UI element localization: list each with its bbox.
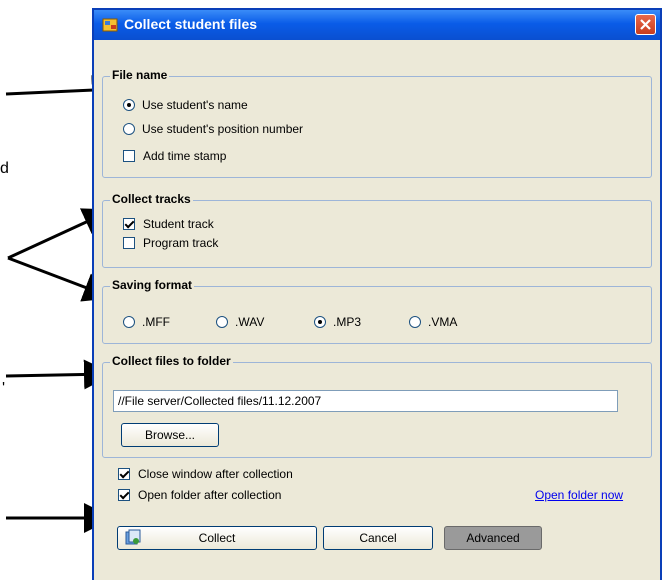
format-mff-radio[interactable]: .MFF	[123, 315, 170, 329]
open-folder-label: Open folder after collection	[138, 488, 282, 502]
format-wav-radio[interactable]: .WAV	[216, 315, 264, 329]
saving-format-group: Saving format	[102, 278, 652, 344]
format-wav-label: .WAV	[235, 315, 265, 329]
program-track-label: Program track	[143, 236, 219, 250]
use-position-radio[interactable]: Use student's position number	[123, 122, 303, 136]
collect-button[interactable]: Collect	[117, 526, 317, 550]
format-mp3-radio[interactable]: .MP3	[314, 315, 361, 329]
program-track-checkbox[interactable]: Program track	[123, 236, 218, 250]
close-button[interactable]	[635, 14, 656, 35]
format-mff-label: .MFF	[142, 315, 170, 329]
time-stamp-checkbox[interactable]: Add time stamp	[123, 149, 226, 163]
app-icon	[102, 18, 118, 32]
use-name-label: Use student's name	[142, 98, 248, 112]
open-folder-checkbox[interactable]: Open folder after collection	[118, 488, 281, 502]
radio-selected[interactable]	[314, 316, 326, 328]
collect-label: Collect	[198, 531, 236, 545]
saving-format-legend: Saving format	[110, 278, 195, 292]
close-window-label: Close window after collection	[138, 467, 293, 481]
file-name-legend: File name	[110, 68, 170, 82]
advanced-button[interactable]: Advanced	[444, 526, 542, 550]
browse-button[interactable]: Browse...	[121, 423, 219, 447]
checkbox-checked[interactable]	[118, 468, 130, 480]
format-mp3-label: .MP3	[333, 315, 362, 329]
radio-unselected[interactable]	[216, 316, 228, 328]
student-track-label: Student track	[143, 217, 214, 231]
radio-unselected[interactable]	[123, 316, 135, 328]
collect-tracks-legend: Collect tracks	[110, 192, 193, 206]
window-title: Collect student files	[124, 16, 258, 32]
radio-selected[interactable]	[123, 99, 135, 111]
checkbox-unchecked[interactable]	[123, 150, 135, 162]
open-folder-now-link[interactable]: Open folder now	[535, 488, 623, 502]
close-icon	[640, 19, 651, 30]
collect-tracks-group: Collect tracks	[102, 192, 652, 268]
dialog-window: Collect student files File name Use stud…	[92, 8, 662, 580]
radio-unselected[interactable]	[123, 123, 135, 135]
time-stamp-label: Add time stamp	[143, 149, 227, 163]
use-position-label: Use student's position number	[142, 122, 304, 136]
collect-icon	[125, 529, 141, 545]
use-name-radio[interactable]: Use student's name	[123, 98, 248, 112]
cancel-button[interactable]: Cancel	[323, 526, 433, 550]
close-window-checkbox[interactable]: Close window after collection	[118, 467, 293, 481]
student-track-checkbox[interactable]: Student track	[123, 217, 214, 231]
folder-path-input[interactable]: //File server/Collected files/11.12.2007	[113, 390, 618, 412]
folder-legend: Collect files to folder	[110, 354, 233, 368]
checkbox-checked[interactable]	[123, 218, 135, 230]
checkbox-checked[interactable]	[118, 489, 130, 501]
format-vma-label: .VMA	[428, 315, 458, 329]
format-vma-radio[interactable]: .VMA	[409, 315, 457, 329]
title-bar[interactable]: Collect student files	[94, 10, 660, 40]
checkbox-unchecked[interactable]	[123, 237, 135, 249]
radio-unselected[interactable]	[409, 316, 421, 328]
